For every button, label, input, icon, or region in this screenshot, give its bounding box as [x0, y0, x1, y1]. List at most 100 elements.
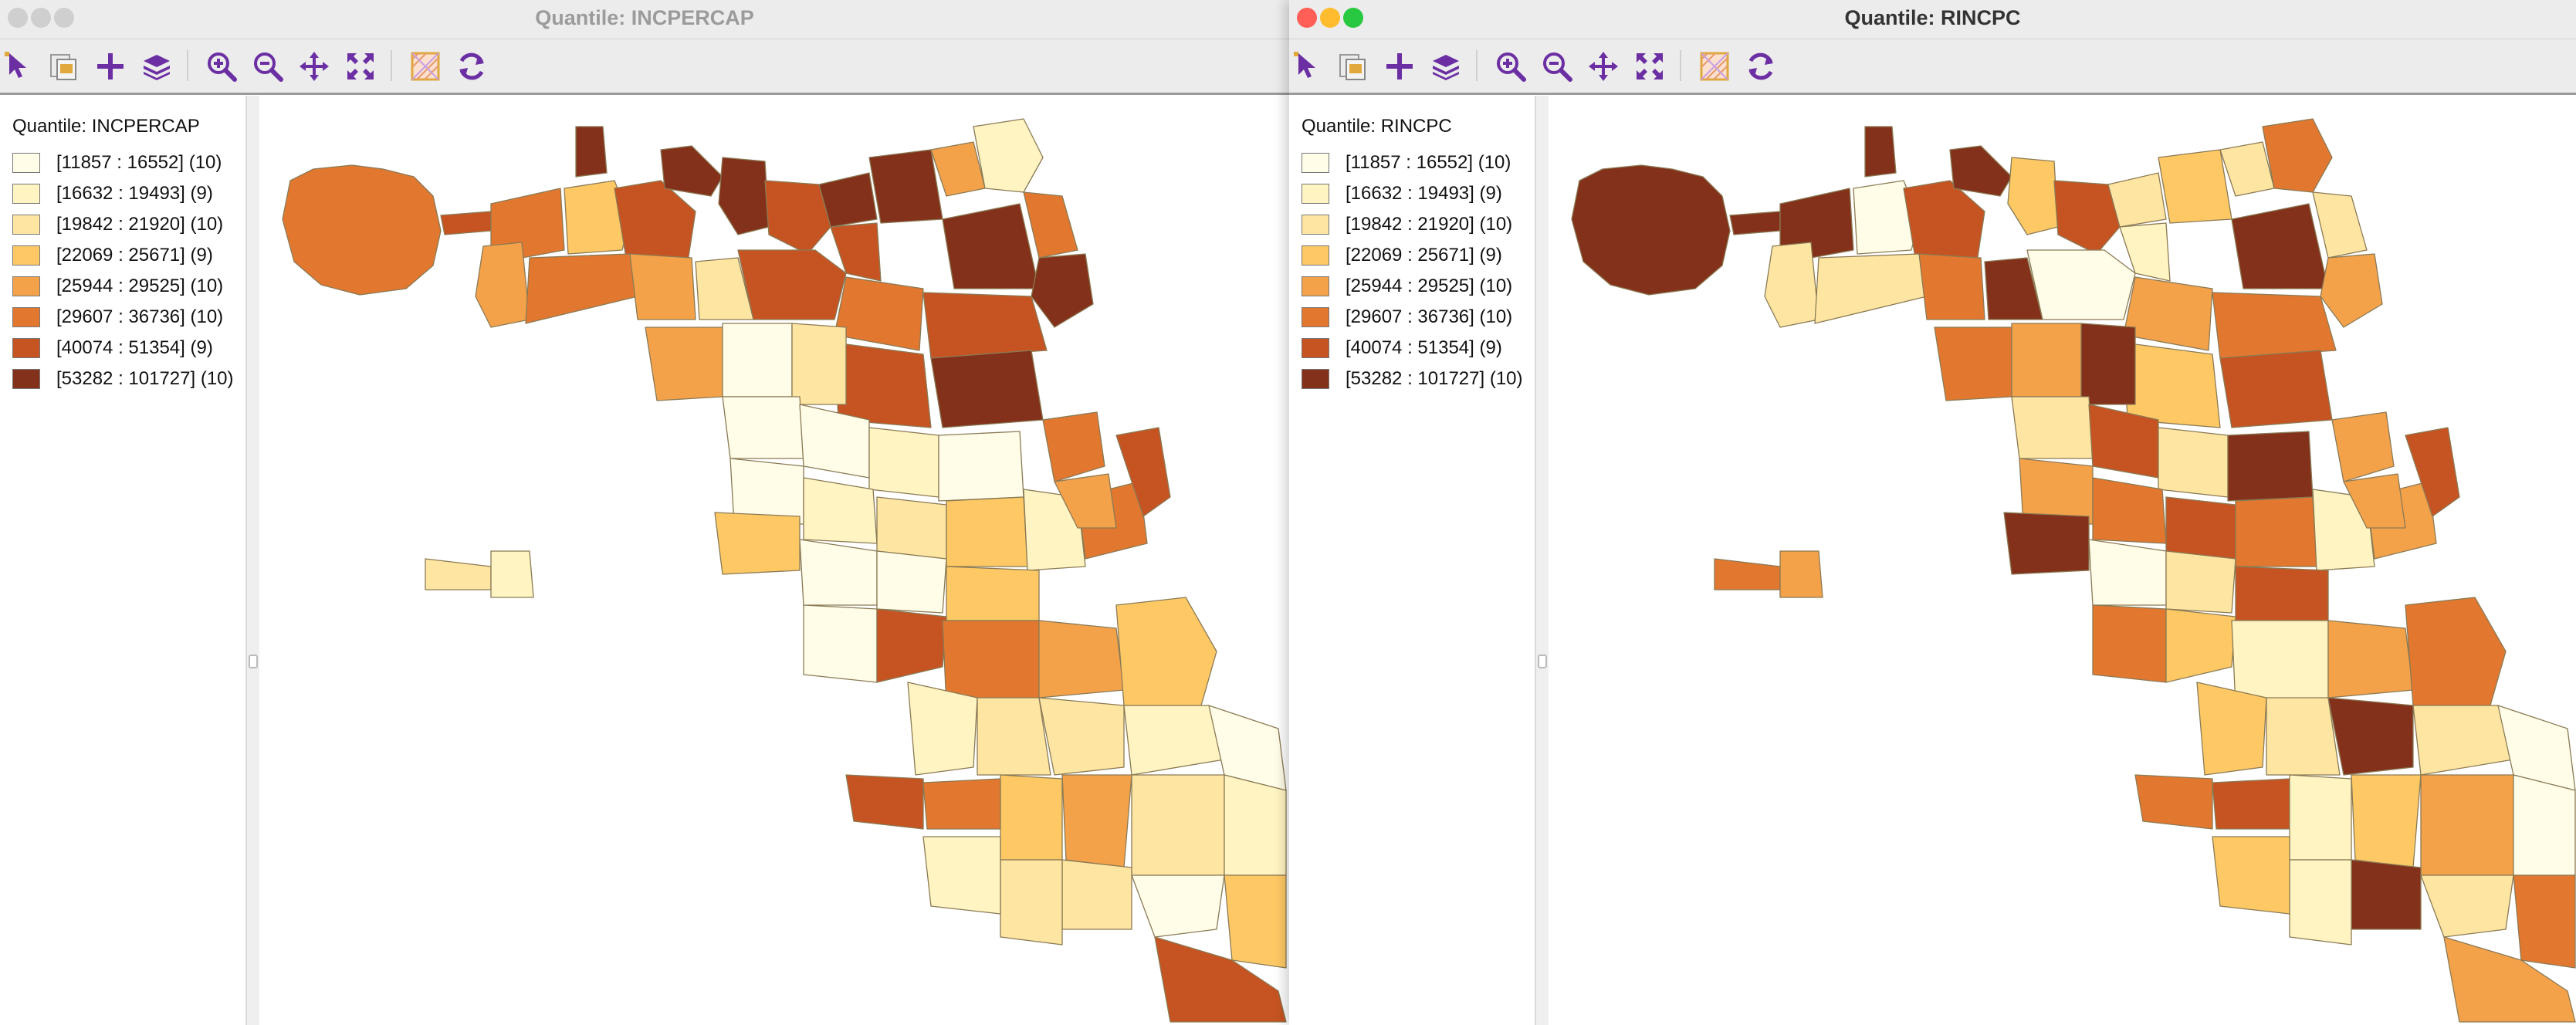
community-area-polygon[interactable]	[799, 539, 878, 606]
community-area-polygon[interactable]	[440, 211, 492, 235]
community-area-polygon[interactable]	[2231, 620, 2329, 706]
community-area-polygon[interactable]	[2320, 253, 2383, 328]
community-area-polygon[interactable]	[2088, 539, 2167, 606]
community-area-polygon[interactable]	[2158, 149, 2232, 224]
panel-splitter[interactable]	[1535, 96, 1550, 1025]
community-area-polygon[interactable]	[2331, 411, 2395, 482]
community-area-polygon[interactable]	[722, 323, 793, 397]
community-area-polygon[interactable]	[922, 836, 1001, 915]
community-area-polygon[interactable]	[2212, 778, 2290, 830]
community-area-polygon[interactable]	[2227, 431, 2314, 502]
community-area-polygon[interactable]	[803, 477, 878, 544]
community-area-polygon[interactable]	[876, 550, 947, 614]
community-area-polygon[interactable]	[2196, 682, 2267, 776]
community-area-polygon[interactable]	[1131, 774, 1225, 876]
community-area-polygon[interactable]	[1038, 620, 1125, 699]
community-area-polygon[interactable]	[868, 427, 939, 498]
basemap-tool-button[interactable]	[1697, 49, 1732, 84]
community-area-polygon[interactable]	[2289, 859, 2352, 946]
community-area-polygon[interactable]	[2289, 774, 2352, 861]
pan-move-tool-button[interactable]	[1586, 49, 1621, 84]
community-area-polygon[interactable]	[2158, 427, 2229, 498]
community-area-polygon[interactable]	[2351, 774, 2422, 868]
choropleth-map[interactable]	[1549, 96, 2576, 1025]
community-area-polygon[interactable]	[722, 396, 804, 459]
zoom-in-tool-button[interactable]	[1493, 49, 1528, 84]
community-area-polygon[interactable]	[2235, 496, 2317, 567]
community-area-polygon[interactable]	[614, 180, 696, 262]
community-area-polygon[interactable]	[2420, 774, 2514, 876]
community-area-polygon[interactable]	[834, 342, 932, 428]
community-area-polygon[interactable]	[2134, 774, 2213, 830]
community-area-polygon[interactable]	[2123, 276, 2213, 351]
community-area-polygon[interactable]	[946, 566, 1040, 621]
splitter-handle[interactable]	[1538, 655, 1547, 668]
refresh-tool-button[interactable]	[1743, 49, 1779, 84]
community-area-polygon[interactable]	[1571, 164, 1731, 296]
community-area-polygon[interactable]	[2351, 859, 2422, 930]
community-area-polygon[interactable]	[1023, 191, 1078, 259]
community-area-polygon[interactable]	[2266, 697, 2341, 776]
community-area-polygon[interactable]	[525, 253, 638, 324]
community-area-polygon[interactable]	[714, 512, 801, 575]
community-area-polygon[interactable]	[845, 774, 924, 830]
community-area-polygon[interactable]	[1864, 126, 1897, 178]
community-area-polygon[interactable]	[2219, 350, 2333, 428]
community-area-polygon[interactable]	[2007, 157, 2059, 235]
community-area-polygon[interactable]	[2092, 477, 2167, 544]
community-area-polygon[interactable]	[834, 276, 924, 351]
map-window-rincpc[interactable]: Quantile: RINCPC Quantile: RINCPC [11857…	[1289, 0, 2576, 1025]
community-area-polygon[interactable]	[2165, 550, 2236, 614]
community-area-polygon[interactable]	[2405, 597, 2507, 706]
community-area-polygon[interactable]	[876, 496, 947, 560]
splitter-handle[interactable]	[249, 655, 258, 668]
community-area-polygon[interactable]	[868, 149, 943, 224]
community-area-polygon[interactable]	[876, 608, 947, 683]
zoom-out-tool-button[interactable]	[250, 49, 286, 84]
pan-move-tool-button[interactable]	[296, 49, 332, 84]
community-area-polygon[interactable]	[2513, 874, 2576, 969]
choropleth-map[interactable]	[259, 96, 1289, 1025]
copy-image-tool-button[interactable]	[46, 49, 82, 84]
community-area-polygon[interactable]	[2123, 342, 2221, 428]
map-canvas[interactable]	[1549, 96, 2576, 1025]
map-canvas[interactable]	[259, 96, 1289, 1025]
community-area-polygon[interactable]	[1224, 774, 1287, 876]
community-area-polygon[interactable]	[2003, 512, 2090, 575]
community-area-polygon[interactable]	[1903, 180, 1985, 262]
community-area-polygon[interactable]	[718, 157, 770, 235]
community-area-polygon[interactable]	[1038, 697, 1125, 776]
map-window-incpercap[interactable]: Quantile: INCPERCAP Quantile: INCPERCAP …	[0, 0, 1289, 1025]
community-area-polygon[interactable]	[1714, 558, 1781, 590]
full-extent-tool-button[interactable]	[343, 49, 378, 84]
community-area-polygon[interactable]	[2219, 141, 2275, 197]
zoom-out-tool-button[interactable]	[1539, 49, 1575, 84]
community-area-polygon[interactable]	[2212, 292, 2337, 359]
panel-splitter[interactable]	[245, 96, 261, 1025]
community-area-polygon[interactable]	[930, 350, 1044, 428]
community-area-polygon[interactable]	[977, 697, 1051, 776]
refresh-tool-button[interactable]	[454, 49, 489, 84]
community-area-polygon[interactable]	[425, 558, 492, 590]
community-area-polygon[interactable]	[942, 203, 1040, 289]
select-arrow-tool-button[interactable]	[2, 49, 37, 84]
community-area-polygon[interactable]	[1061, 859, 1132, 930]
full-extent-tool-button[interactable]	[1632, 49, 1667, 84]
community-area-polygon[interactable]	[938, 431, 1024, 502]
zoom-in-tool-button[interactable]	[204, 49, 239, 84]
community-area-polygon[interactable]	[2235, 566, 2329, 621]
community-area-polygon[interactable]	[660, 145, 723, 197]
community-area-polygon[interactable]	[475, 242, 530, 328]
community-area-polygon[interactable]	[2026, 249, 2136, 320]
community-area-polygon[interactable]	[645, 326, 723, 401]
copy-image-tool-button[interactable]	[1335, 49, 1371, 84]
community-area-polygon[interactable]	[2327, 620, 2414, 699]
add-plus-tool-button[interactable]	[1382, 49, 1417, 84]
community-area-polygon[interactable]	[282, 164, 442, 296]
community-area-polygon[interactable]	[629, 253, 696, 320]
community-area-polygon[interactable]	[2011, 396, 2094, 459]
community-area-polygon[interactable]	[1949, 145, 2012, 197]
community-area-polygon[interactable]	[2312, 191, 2368, 259]
community-area-polygon[interactable]	[2327, 697, 2414, 776]
community-area-polygon[interactable]	[2165, 608, 2236, 683]
